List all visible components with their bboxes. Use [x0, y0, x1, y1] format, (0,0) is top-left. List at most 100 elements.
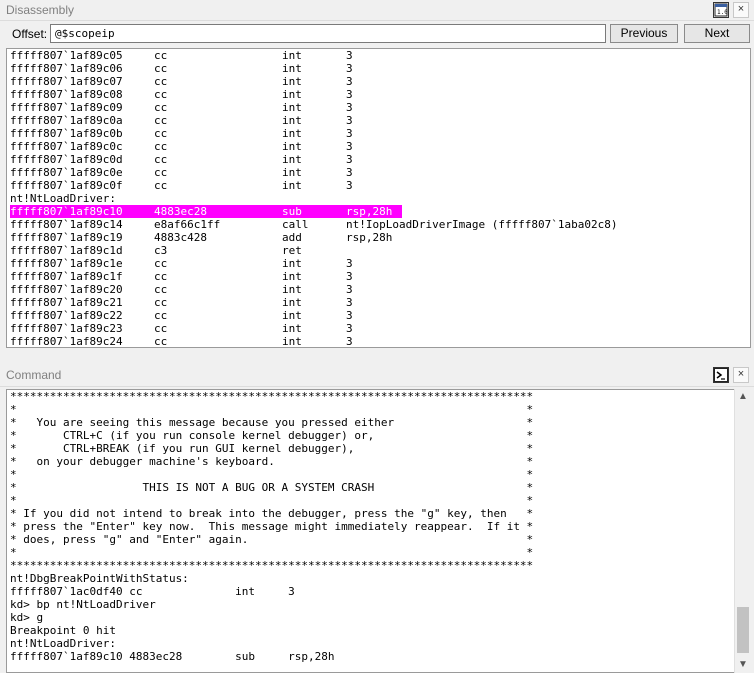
command-output[interactable]: ****************************************…: [6, 389, 751, 673]
instruction: fffff807`1af89c21 cc int 3: [10, 296, 730, 309]
disassembly-close-icon[interactable]: ×: [733, 2, 749, 18]
address: fffff807`1af89c0b: [10, 127, 123, 140]
address: fffff807`1af89c0a: [10, 114, 123, 127]
disassembly-row[interactable]: fffff807`1af89c1e cc int 3: [7, 257, 750, 270]
command-output-line: * *: [10, 403, 534, 416]
offset-input[interactable]: [50, 24, 606, 43]
disassembly-row[interactable]: fffff807`1af89c0c cc int 3: [7, 140, 750, 153]
command-output-line: * If you did not intend to break into th…: [10, 507, 534, 520]
scroll-up-icon[interactable]: ▲: [735, 389, 751, 405]
command-output-line: * THIS IS NOT A BUG OR A SYSTEM CRASH *: [10, 481, 534, 494]
command-output-line: * on your debugger machine's keyboard. *: [10, 455, 534, 468]
command-titlebar: Command ×: [0, 364, 754, 387]
disassembly-row[interactable]: fffff807`1af89c05 cc int 3: [7, 49, 750, 62]
next-button[interactable]: Next: [684, 24, 750, 43]
command-close-icon[interactable]: ×: [733, 367, 749, 383]
mnemonic: int: [282, 62, 302, 75]
command-output-line: fffff807`1af89c10 4883ec28 sub rsp,28h: [10, 650, 335, 663]
instruction: fffff807`1af89c14 e8af66c1ff call nt!IopLoa…: [10, 218, 730, 231]
previous-button[interactable]: Previous: [610, 24, 678, 43]
disassembly-row[interactable]: fffff807`1af89c06 cc int 3: [7, 62, 750, 75]
operands: 3: [346, 127, 353, 140]
disassembly-row[interactable]: fffff807`1af89c0a cc int 3: [7, 114, 750, 127]
disassembly-row[interactable]: fffff807`1af89c19 4883c428 add rsp,28h: [7, 231, 750, 244]
mnemonic: int: [282, 335, 302, 348]
disassembly-row[interactable]: fffff807`1af89c0d cc int 3: [7, 153, 750, 166]
disassembly-label-row[interactable]: nt!NtLoadDriver:: [7, 192, 750, 205]
command-output-line: * CTRL+BREAK (if you run GUI kernel debu…: [10, 442, 534, 455]
address: fffff807`1af89c0f: [10, 179, 123, 192]
disassembly-row[interactable]: fffff807`1af89c14 e8af66c1ff call nt!IopLoa…: [7, 218, 750, 231]
address: fffff807`1af89c05: [10, 49, 123, 62]
opcode-bytes: cc: [154, 270, 168, 283]
disassembly-row[interactable]: fffff807`1af89c1d c3 ret: [7, 244, 750, 257]
opcode-bytes: 4883ec28: [154, 205, 207, 218]
opcode-bytes: cc: [154, 309, 168, 322]
opcode-bytes: cc: [154, 114, 168, 127]
disassembly-row[interactable]: fffff807`1af89c0e cc int 3: [7, 166, 750, 179]
disassembly-row[interactable]: fffff807`1af89c10 4883ec28 sub rsp,28h: [7, 205, 750, 218]
mnemonic: int: [282, 283, 302, 296]
command-output-line: ****************************************…: [10, 390, 534, 403]
command-scrollbar[interactable]: ▲ ▼: [734, 389, 751, 673]
instruction: fffff807`1af89c06 cc int 3: [10, 62, 730, 75]
mnemonic: add: [282, 231, 302, 244]
address: fffff807`1af89c0c: [10, 140, 123, 153]
instruction: fffff807`1af89c23 cc int 3: [10, 322, 730, 335]
opcode-bytes: cc: [154, 101, 168, 114]
operands: 3: [346, 296, 353, 309]
operands: 3: [346, 270, 353, 283]
offset-bar: Offset: Previous Next: [0, 21, 754, 45]
instruction: fffff807`1af89c0a cc int 3: [10, 114, 730, 127]
opcode-bytes: cc: [154, 283, 168, 296]
address: fffff807`1af89c21: [10, 296, 123, 309]
instruction: fffff807`1af89c0b cc int 3: [10, 127, 730, 140]
address: fffff807`1af89c1e: [10, 257, 123, 270]
scroll-down-icon[interactable]: ▼: [735, 657, 751, 673]
disassembly-row[interactable]: fffff807`1af89c08 cc int 3: [7, 88, 750, 101]
disassembly-row[interactable]: fffff807`1af89c07 cc int 3: [7, 75, 750, 88]
mnemonic: int: [282, 166, 302, 179]
disassembly-listing[interactable]: fffff807`1af89c05 cc int 3 fffff807`1af89c06…: [6, 48, 751, 348]
command-output-line: * CTRL+C (if you run console kernel debu…: [10, 429, 534, 442]
instruction: fffff807`1af89c1d c3 ret: [10, 244, 730, 257]
command-output-line: * *: [10, 494, 534, 507]
disassembly-row[interactable]: fffff807`1af89c0f cc int 3: [7, 179, 750, 192]
disassembly-row[interactable]: fffff807`1af89c0b cc int 3: [7, 127, 750, 140]
disassembly-row[interactable]: fffff807`1af89c21 cc int 3: [7, 296, 750, 309]
opcode-bytes: cc: [154, 75, 168, 88]
address: fffff807`1af89c08: [10, 88, 123, 101]
command-pane: Command ×: [0, 364, 754, 389]
disassembly-window-icon[interactable]: 1.0: [713, 2, 729, 18]
command-output-line: fffff807`1ac0df40 cc int 3: [10, 585, 295, 598]
disassembly-row[interactable]: fffff807`1af89c09 cc int 3: [7, 101, 750, 114]
pane-splitter[interactable]: [0, 350, 754, 362]
opcode-bytes: cc: [154, 335, 168, 348]
mnemonic: int: [282, 127, 302, 140]
instruction: fffff807`1af89c1f cc int 3: [10, 270, 730, 283]
opcode-bytes: cc: [154, 166, 168, 179]
command-title: Command: [6, 368, 62, 382]
disassembly-row[interactable]: fffff807`1af89c22 cc int 3: [7, 309, 750, 322]
disassembly-row[interactable]: fffff807`1af89c23 cc int 3: [7, 322, 750, 335]
opcode-bytes: cc: [154, 179, 168, 192]
address: fffff807`1af89c20: [10, 283, 123, 296]
opcode-bytes: c3: [154, 244, 168, 257]
command-output-line: * press the "Enter" key now. This messag…: [10, 520, 534, 533]
instruction: fffff807`1af89c1e cc int 3: [10, 257, 730, 270]
address: fffff807`1af89c07: [10, 75, 123, 88]
command-output-line: ****************************************…: [10, 559, 534, 572]
operands: 3: [346, 335, 353, 348]
disassembly-row[interactable]: fffff807`1af89c20 cc int 3: [7, 283, 750, 296]
scrollbar-thumb[interactable]: [737, 607, 749, 653]
opcode-bytes: cc: [154, 296, 168, 309]
command-output-lines: ****************************************…: [10, 390, 533, 663]
disassembly-row[interactable]: fffff807`1af89c24 cc int 3: [7, 335, 750, 348]
command-output-line: * *: [10, 546, 534, 559]
opcode-bytes: 4883c428: [154, 231, 207, 244]
command-prompt-icon[interactable]: [713, 367, 729, 383]
disassembly-row[interactable]: fffff807`1af89c1f cc int 3: [7, 270, 750, 283]
operands: 3: [346, 257, 353, 270]
symbol-label: nt!NtLoadDriver:: [10, 192, 116, 205]
command-output-line: nt!DbgBreakPointWithStatus:: [10, 572, 189, 585]
